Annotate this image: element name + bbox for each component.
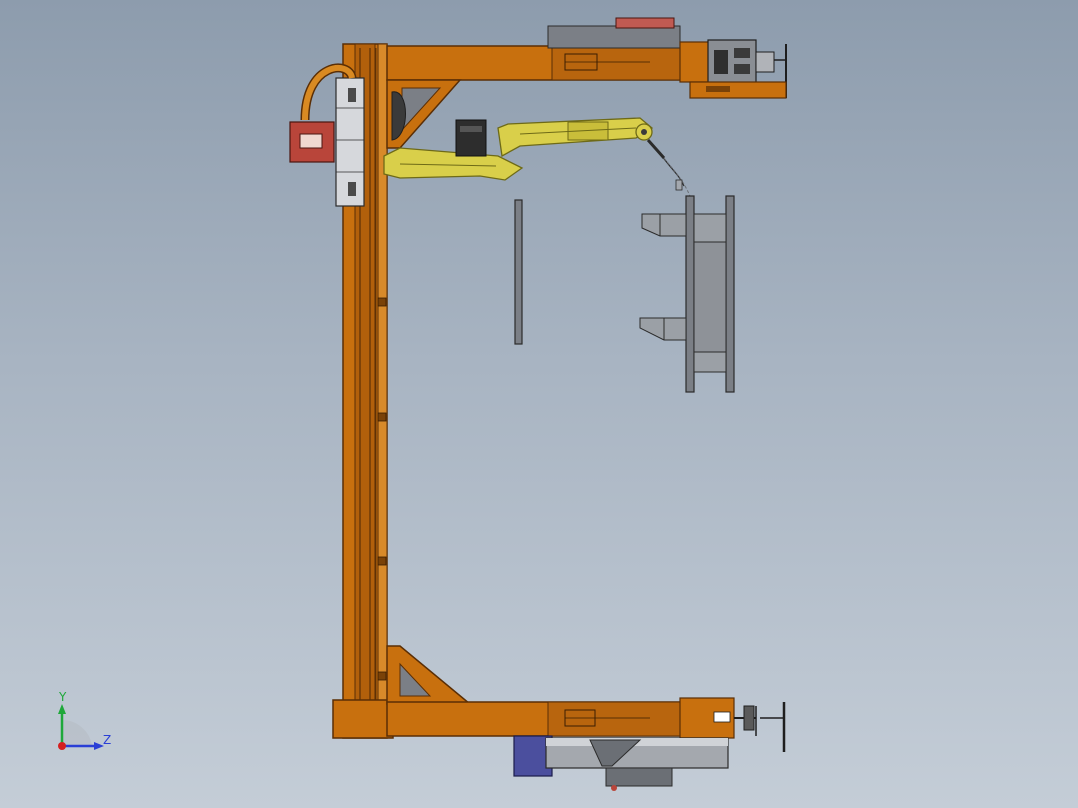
side-panel xyxy=(514,199,523,345)
welding-torch xyxy=(646,139,691,197)
y-axis-arrow xyxy=(58,704,66,714)
z-axis-label: Z xyxy=(103,733,111,747)
lower-arm-beam xyxy=(386,645,735,739)
y-axis-label: Y xyxy=(58,690,67,704)
control-box xyxy=(289,121,335,163)
lower-clamp-assembly xyxy=(734,702,786,752)
coordinate-triad: Y Z xyxy=(58,690,111,750)
cad-scene: Y Z xyxy=(58,17,787,791)
carriage-block xyxy=(335,77,365,207)
x-axis-dot xyxy=(58,742,66,750)
drive-motor xyxy=(513,735,729,791)
workpiece-frame xyxy=(639,195,735,393)
cad-viewport: Y Z xyxy=(0,0,1078,808)
